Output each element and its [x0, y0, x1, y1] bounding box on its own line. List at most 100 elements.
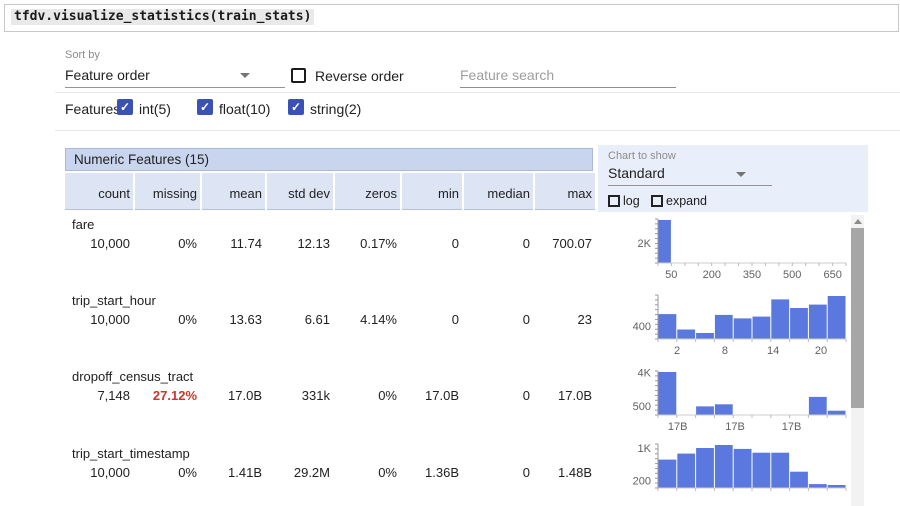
chart-to-show-label: Chart to show	[608, 150, 676, 162]
log-checkbox[interactable]	[608, 195, 620, 207]
svg-text:20: 20	[815, 345, 827, 357]
cell-min: 0	[402, 311, 462, 329]
chevron-down-icon	[736, 172, 746, 177]
svg-text:200: 200	[633, 476, 651, 488]
check-icon: ✓	[200, 100, 210, 114]
sort-by-dropdown[interactable]: Feature order	[65, 64, 285, 88]
table-title: Numeric Features (15)	[65, 148, 593, 171]
svg-text:4K: 4K	[638, 369, 652, 379]
float-checkbox[interactable]: ✓	[197, 99, 213, 115]
float-label: float(10)	[219, 101, 270, 117]
cell-max: 1.48B	[535, 464, 595, 482]
cell-mean: 1.41B	[202, 464, 265, 482]
table-header-row: count missing mean std dev zeros min med…	[65, 173, 595, 210]
cell-median: 0	[464, 311, 533, 329]
cell-min: 17.0B	[402, 387, 462, 405]
cell-max: 23	[535, 311, 595, 329]
svg-text:17B: 17B	[668, 421, 688, 433]
table-row: trip_start_hour 10,000 0% 13.63 6.61 4.1…	[65, 288, 595, 364]
cell-zeros: 0%	[335, 464, 400, 482]
col-header-stddev[interactable]: std dev	[267, 173, 333, 210]
chart-panel-header: Chart to show Standard log expand	[598, 145, 868, 212]
svg-text:400: 400	[633, 321, 651, 333]
col-header-missing[interactable]: missing	[135, 173, 200, 210]
expand-label: expand	[666, 194, 707, 208]
cell-count: 10,000	[65, 235, 133, 253]
histogram-fare[interactable]: 2K 50 200 350 500 650	[598, 217, 858, 283]
cell-count: 7,148	[65, 387, 133, 405]
chevron-down-icon	[240, 73, 250, 78]
table-row: dropoff_census_tract 7,148 27.12% 17.0B …	[65, 364, 595, 440]
cell-median: 0	[464, 387, 533, 405]
cell-missing: 0%	[135, 235, 200, 253]
expand-checkbox[interactable]	[651, 195, 663, 207]
cell-mean: 13.63	[202, 311, 265, 329]
svg-text:500: 500	[633, 401, 651, 413]
search-input[interactable]	[460, 62, 676, 88]
scroll-up-icon[interactable]	[854, 219, 862, 224]
cell-min: 0	[402, 235, 462, 253]
reverse-order-checkbox[interactable]	[291, 68, 306, 83]
svg-text:17B: 17B	[782, 421, 802, 433]
svg-text:200: 200	[703, 269, 721, 281]
chart-type-value: Standard	[608, 165, 665, 181]
svg-text:2K: 2K	[638, 238, 652, 250]
svg-text:17B: 17B	[725, 421, 745, 433]
sort-by-value: Feature order	[65, 67, 150, 83]
chart-type-dropdown[interactable]: Standard	[608, 163, 772, 186]
feature-name: trip_start_timestamp	[65, 441, 595, 464]
cell-zeros: 0%	[335, 387, 400, 405]
check-icon: ✓	[291, 100, 301, 114]
cell-zeros: 0.17%	[335, 235, 400, 253]
cell-zeros: 4.14%	[335, 311, 400, 329]
histogram-dropoff-census-tract[interactable]: 4K 500 17B 17B 17B	[598, 369, 858, 435]
svg-text:8: 8	[722, 345, 728, 357]
cell-median: 0	[464, 464, 533, 482]
histogram-trip-start-hour[interactable]: 400 2 8 14 20	[598, 293, 858, 359]
cell-missing: 0%	[135, 464, 200, 482]
table-row: fare 10,000 0% 11.74 12.13 0.17% 0 0 700…	[65, 212, 595, 288]
col-header-mean[interactable]: mean	[202, 173, 265, 210]
cell-stddev: 29.2M	[267, 464, 333, 482]
svg-text:500: 500	[783, 269, 801, 281]
svg-text:350: 350	[743, 269, 761, 281]
scrollbar[interactable]	[851, 215, 864, 506]
cell-mean: 17.0B	[202, 387, 265, 405]
cell-min: 1.36B	[402, 464, 462, 482]
col-header-zeros[interactable]: zeros	[335, 173, 400, 210]
sort-by-label: Sort by	[65, 49, 100, 61]
svg-text:650: 650	[824, 269, 842, 281]
cell-mean: 11.74	[202, 235, 265, 253]
cell-count: 10,000	[65, 464, 133, 482]
cell-stddev: 12.13	[267, 235, 333, 253]
int-checkbox[interactable]: ✓	[117, 99, 133, 115]
cell-stddev: 331k	[267, 387, 333, 405]
col-header-count[interactable]: count	[65, 173, 133, 210]
cell-missing: 27.12%	[135, 387, 200, 405]
svg-text:50: 50	[665, 269, 677, 281]
cell-max: 17.0B	[535, 387, 595, 405]
table-row: trip_start_timestamp 10,000 0% 1.41B 29.…	[65, 441, 595, 506]
check-icon: ✓	[120, 100, 130, 114]
svg-text:1K: 1K	[638, 443, 652, 455]
reverse-order-label: Reverse order	[315, 68, 404, 84]
log-label: log	[623, 194, 640, 208]
col-header-median[interactable]: median	[464, 173, 533, 210]
features-label: Features:	[65, 101, 124, 117]
svg-text:14: 14	[767, 345, 779, 357]
histogram-trip-start-timestamp[interactable]: 1K 200	[598, 442, 858, 506]
code-text[interactable]: tfdv.visualize_statistics(train_stats)	[11, 9, 314, 25]
code-cell[interactable]: tfdv.visualize_statistics(train_stats)	[4, 4, 899, 32]
col-header-min[interactable]: min	[402, 173, 462, 210]
feature-name: fare	[65, 212, 595, 235]
col-header-max[interactable]: max	[535, 173, 595, 210]
svg-text:2: 2	[674, 345, 680, 357]
cell-stddev: 6.61	[267, 311, 333, 329]
divider	[55, 130, 900, 131]
divider	[55, 92, 900, 93]
feature-name: trip_start_hour	[65, 288, 595, 311]
feature-name: dropoff_census_tract	[65, 364, 595, 387]
scrollbar-thumb[interactable]	[851, 228, 864, 408]
string-checkbox[interactable]: ✓	[288, 99, 304, 115]
string-label: string(2)	[310, 101, 361, 117]
